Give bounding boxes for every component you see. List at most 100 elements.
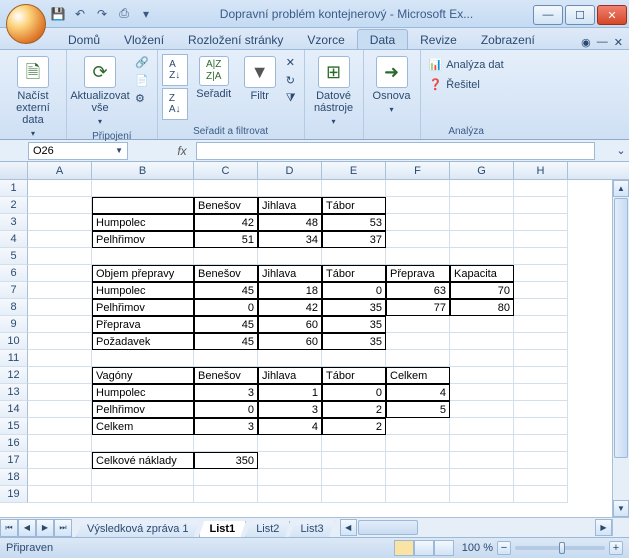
cell-F18[interactable] <box>386 469 450 486</box>
cell-G2[interactable] <box>450 197 514 214</box>
cell-D19[interactable] <box>258 486 322 503</box>
cell-E13[interactable]: 0 <box>322 384 386 401</box>
row-header-19[interactable]: 19 <box>0 486 28 503</box>
cell-G19[interactable] <box>450 486 514 503</box>
col-header-E[interactable]: E <box>322 162 386 179</box>
row-header-1[interactable]: 1 <box>0 180 28 197</box>
cell-C3[interactable]: 42 <box>194 214 258 231</box>
cell-C8[interactable]: 0 <box>194 299 258 316</box>
tab-data[interactable]: Data <box>357 29 408 49</box>
cell-E9[interactable]: 35 <box>322 316 386 333</box>
data-analysis-button[interactable]: 📊 Analýza dat <box>425 56 508 73</box>
outline-button[interactable]: ➜ Osnova ▾ <box>368 54 416 118</box>
cell-H3[interactable] <box>514 214 568 231</box>
cell-B12[interactable]: Vagóny <box>92 367 194 384</box>
row-header-16[interactable]: 16 <box>0 435 28 452</box>
tab-review[interactable]: Revize <box>408 30 469 49</box>
tab-nav-first[interactable]: ⏮ <box>0 519 18 537</box>
cell-H4[interactable] <box>514 231 568 248</box>
cell-H2[interactable] <box>514 197 568 214</box>
cell-D7[interactable]: 18 <box>258 282 322 299</box>
undo-icon[interactable]: ↶ <box>72 6 88 22</box>
cell-H17[interactable] <box>514 452 568 469</box>
cell-C13[interactable]: 3 <box>194 384 258 401</box>
cell-D4[interactable]: 34 <box>258 231 322 248</box>
cell-D2[interactable]: Jihlava <box>258 197 322 214</box>
cell-G9[interactable] <box>450 316 514 333</box>
cell-A7[interactable] <box>28 282 92 299</box>
cell-C6[interactable]: Benešov <box>194 265 258 282</box>
row-header-12[interactable]: 12 <box>0 367 28 384</box>
cell-B1[interactable] <box>92 180 194 197</box>
select-all-corner[interactable] <box>0 162 28 179</box>
cell-D18[interactable] <box>258 469 322 486</box>
cell-B13[interactable]: Humpolec <box>92 384 194 401</box>
cell-F6[interactable]: Přeprava <box>386 265 450 282</box>
sheet-tab-3[interactable]: List3 <box>289 521 334 538</box>
cell-B11[interactable] <box>92 350 194 367</box>
row-header-15[interactable]: 15 <box>0 418 28 435</box>
cell-B16[interactable] <box>92 435 194 452</box>
cell-A6[interactable] <box>28 265 92 282</box>
row-header-11[interactable]: 11 <box>0 350 28 367</box>
cell-G16[interactable] <box>450 435 514 452</box>
col-header-G[interactable]: G <box>450 162 514 179</box>
minimize-button[interactable]: — <box>533 5 563 25</box>
cell-C5[interactable] <box>194 248 258 265</box>
row-header-2[interactable]: 2 <box>0 197 28 214</box>
cell-H11[interactable] <box>514 350 568 367</box>
cell-E4[interactable]: 37 <box>322 231 386 248</box>
cell-B14[interactable]: Pelhřimov <box>92 401 194 418</box>
cell-A1[interactable] <box>28 180 92 197</box>
solver-button[interactable]: ❓ Řešitel <box>425 76 508 93</box>
cell-F19[interactable] <box>386 486 450 503</box>
redo-icon[interactable]: ↷ <box>94 6 110 22</box>
row-header-3[interactable]: 3 <box>0 214 28 231</box>
cell-D6[interactable]: Jihlava <box>258 265 322 282</box>
zoom-level[interactable]: 100 % <box>462 542 493 554</box>
cell-F13[interactable]: 4 <box>386 384 450 401</box>
print-icon[interactable]: ⎙ <box>116 6 132 22</box>
cell-E15[interactable]: 2 <box>322 418 386 435</box>
cell-D16[interactable] <box>258 435 322 452</box>
col-header-D[interactable]: D <box>258 162 322 179</box>
col-header-H[interactable]: H <box>514 162 568 179</box>
cell-C19[interactable] <box>194 486 258 503</box>
cell-F4[interactable] <box>386 231 450 248</box>
cell-A4[interactable] <box>28 231 92 248</box>
cell-D12[interactable]: Jihlava <box>258 367 322 384</box>
cell-E17[interactable] <box>322 452 386 469</box>
cell-E3[interactable]: 53 <box>322 214 386 231</box>
cell-B3[interactable]: Humpolec <box>92 214 194 231</box>
cell-H18[interactable] <box>514 469 568 486</box>
ribbon-minimize-icon[interactable]: — <box>597 36 608 49</box>
cell-G7[interactable]: 70 <box>450 282 514 299</box>
cell-F2[interactable] <box>386 197 450 214</box>
tab-view[interactable]: Zobrazení <box>469 30 547 49</box>
cell-B15[interactable]: Celkem <box>92 418 194 435</box>
col-header-F[interactable]: F <box>386 162 450 179</box>
zoom-slider-knob[interactable] <box>559 542 565 554</box>
sheet-tab-0[interactable]: Výsledková zpráva 1 <box>76 521 200 538</box>
cell-B10[interactable]: Požadavek <box>92 333 194 350</box>
row-header-8[interactable]: 8 <box>0 299 28 316</box>
cell-A8[interactable] <box>28 299 92 316</box>
row-header-14[interactable]: 14 <box>0 401 28 418</box>
ribbon-close-icon[interactable]: ✕ <box>614 36 623 49</box>
name-box[interactable]: O26▼ <box>28 142 128 160</box>
cell-E1[interactable] <box>322 180 386 197</box>
cell-C18[interactable] <box>194 469 258 486</box>
cell-A12[interactable] <box>28 367 92 384</box>
cell-G1[interactable] <box>450 180 514 197</box>
zoom-in-button[interactable]: + <box>609 541 623 555</box>
cell-E12[interactable]: Tábor <box>322 367 386 384</box>
cell-C16[interactable] <box>194 435 258 452</box>
cell-B9[interactable]: Přeprava <box>92 316 194 333</box>
view-page-layout-button[interactable] <box>414 540 434 556</box>
filter-button[interactable]: ▼ Filtr <box>240 54 280 104</box>
cell-D15[interactable]: 4 <box>258 418 322 435</box>
view-page-break-button[interactable] <box>434 540 454 556</box>
cell-B7[interactable]: Humpolec <box>92 282 194 299</box>
cell-E14[interactable]: 2 <box>322 401 386 418</box>
cell-D9[interactable]: 60 <box>258 316 322 333</box>
